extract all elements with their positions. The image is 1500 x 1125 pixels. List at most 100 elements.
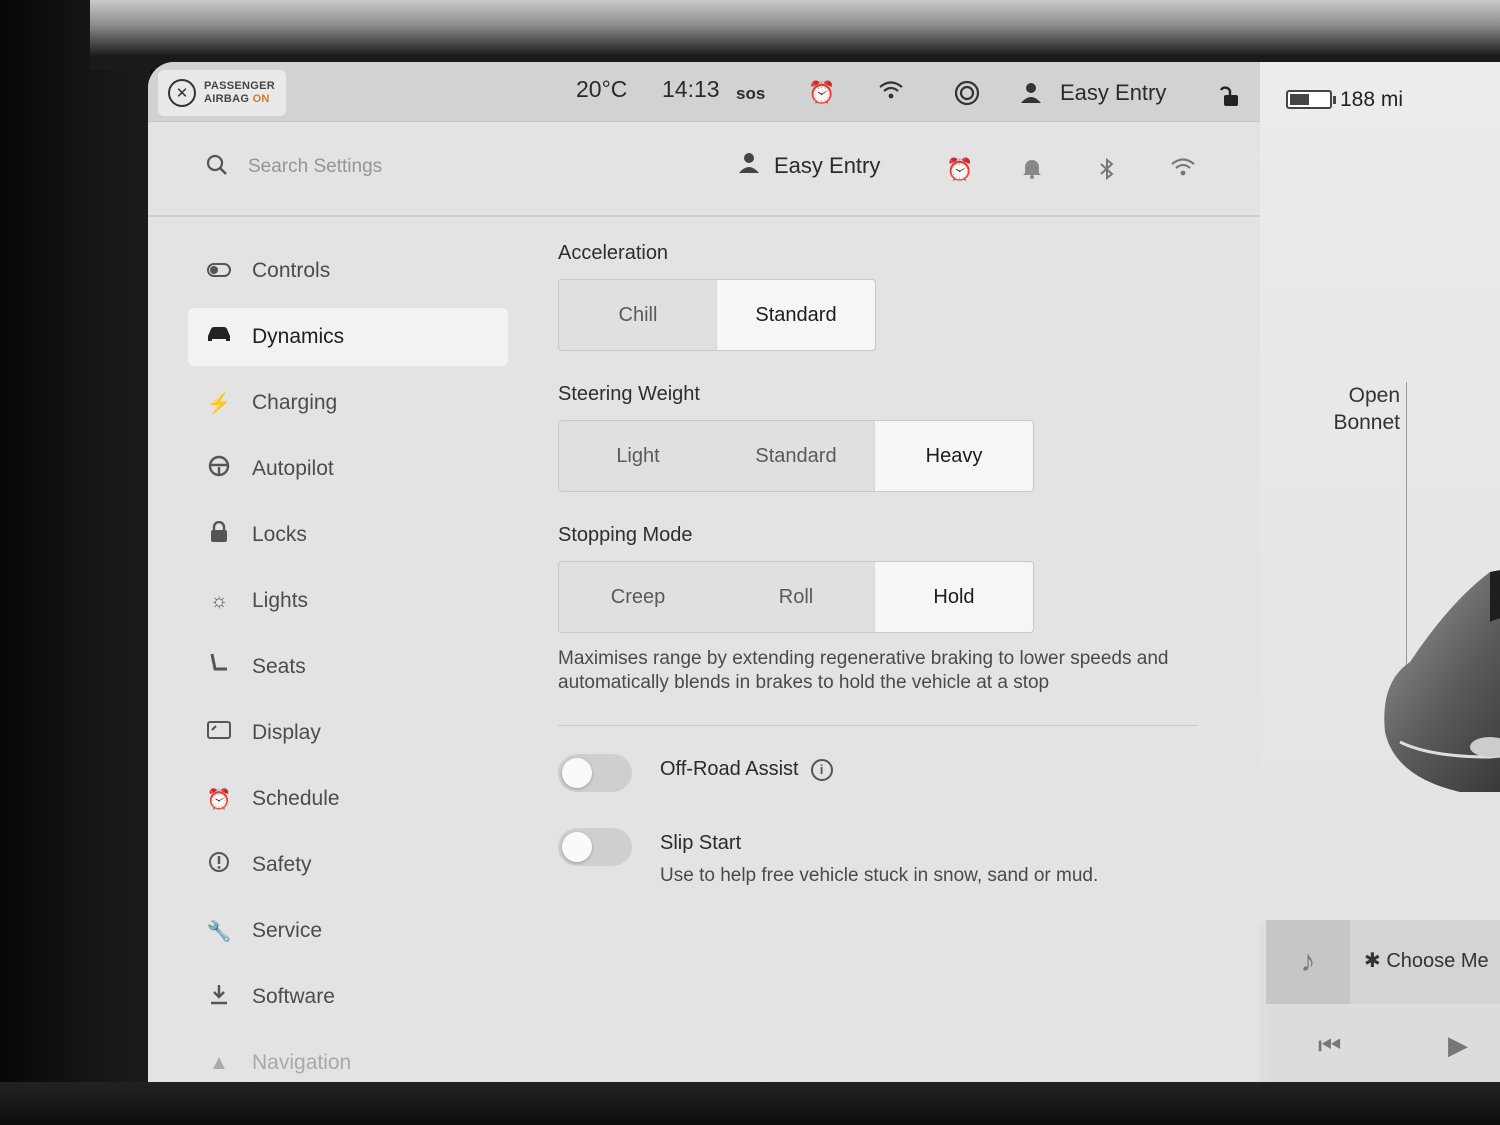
airbag-line1: PASSENGER: [204, 80, 275, 92]
sidebar-item-locks[interactable]: Locks: [188, 506, 508, 564]
steering-wheel-icon: [206, 455, 232, 483]
battery-icon: [1286, 90, 1336, 109]
sidebar-item-schedule[interactable]: ⏰ Schedule: [188, 770, 508, 828]
music-note-icon: ♪: [1266, 920, 1350, 1004]
stopping-mode-description: Maximises range by extending regenerativ…: [558, 648, 1169, 693]
sidebar-item-autopilot[interactable]: Autopilot: [188, 440, 508, 498]
steering-option-standard[interactable]: Standard: [717, 421, 875, 491]
wifi-icon[interactable]: [1170, 157, 1196, 183]
seat-icon: [206, 653, 232, 681]
alarm-icon[interactable]: ⏰: [808, 80, 835, 106]
temperature: 20°C: [576, 76, 628, 102]
range-readout: 188 mi: [1340, 88, 1404, 111]
sidebar-item-label: Safety: [252, 853, 312, 876]
screen-bezel-top: [90, 0, 1500, 70]
bolt-icon: ⚡: [206, 392, 232, 415]
sidebar-item-controls[interactable]: Controls: [188, 242, 508, 300]
alarm-icon[interactable]: ⏰: [946, 157, 973, 183]
acceleration-title: Acceleration: [558, 242, 669, 264]
off-road-assist-label: Off-Road Assist: [660, 758, 799, 780]
previous-track-icon[interactable]: ⏮: [1318, 1030, 1341, 1062]
sidebar-item-label: Navigation: [252, 1051, 352, 1074]
screen-bezel-left: [0, 0, 150, 1125]
sidebar-item-navigation[interactable]: ▲ Navigation: [188, 1034, 508, 1087]
lock-icon: [206, 520, 232, 549]
steering-weight-title: Steering Weight: [558, 383, 700, 405]
wrench-icon: 🔧: [206, 920, 232, 943]
homelink-icon[interactable]: [954, 80, 980, 112]
search-icon[interactable]: [206, 154, 228, 181]
sidebar-item-label: Dynamics: [252, 325, 345, 348]
touchscreen: ✕ PASSENGER AIRBAG ON 20°C 14:13 sos ⏰ E…: [148, 62, 1500, 1087]
sidebar-item-label: Locks: [252, 523, 307, 546]
sidebar-item-label: Autopilot: [252, 457, 334, 480]
sidebar-item-label: Display: [252, 721, 321, 744]
status-profile-name[interactable]: Easy Entry: [1060, 80, 1166, 106]
sidebar-item-label: Seats: [252, 655, 306, 678]
bluetooth-icon[interactable]: [1098, 157, 1116, 187]
sidebar-item-safety[interactable]: Safety: [188, 836, 508, 894]
profile-icon[interactable]: [1020, 82, 1042, 110]
header-profile-name: Easy Entry: [774, 153, 881, 178]
display-icon: [206, 721, 232, 745]
off-road-assist-toggle[interactable]: [558, 754, 632, 792]
slip-start-row: Slip Start Use to help free vehicle stuc…: [558, 828, 1208, 887]
screen-bezel-bottom: [0, 1082, 1500, 1125]
wifi-icon[interactable]: [878, 80, 904, 106]
slip-start-description: Use to help free vehicle stuck in snow, …: [660, 865, 1099, 886]
sidebar-item-display[interactable]: Display: [188, 704, 508, 762]
stopping-option-hold[interactable]: Hold: [875, 562, 1033, 632]
steering-option-light[interactable]: Light: [559, 421, 717, 491]
acceleration-option-standard[interactable]: Standard: [717, 280, 875, 350]
info-icon[interactable]: i: [810, 758, 833, 781]
sidebar-item-label: Schedule: [252, 787, 340, 810]
stopping-option-roll[interactable]: Roll: [717, 562, 875, 632]
sidebar-item-charging[interactable]: ⚡ Charging: [188, 374, 508, 432]
car-visualization-panel: Open Bonnet: [1260, 122, 1500, 922]
airbag-line2: AIRBAG: [204, 93, 250, 105]
clock: 14:13: [662, 76, 720, 102]
bell-icon[interactable]: [1022, 157, 1042, 185]
settings-panel: Easy Entry ⏰ Controls Dynamics: [148, 122, 1260, 1087]
bluetooth-icon: ✱: [1364, 950, 1381, 972]
car-icon: [206, 325, 232, 349]
car-model-image: [1384, 570, 1500, 792]
alarm-icon: ⏰: [206, 788, 232, 811]
sidebar-item-label: Software: [252, 985, 335, 1008]
driver-profile[interactable]: Easy Entry: [738, 152, 880, 180]
sun-icon: ☼: [209, 589, 229, 612]
navigation-icon: ▲: [209, 1051, 229, 1074]
stopping-mode-title: Stopping Mode: [558, 524, 693, 546]
sidebar-item-label: Charging: [252, 391, 338, 414]
sidebar-item-seats[interactable]: Seats: [188, 638, 508, 696]
choose-media-source: Choose Me: [1386, 950, 1489, 972]
off-road-assist-row: Off-Road Assist i: [558, 754, 1208, 792]
sidebar-item-software[interactable]: Software: [188, 968, 508, 1026]
sidebar-item-label: Controls: [252, 259, 331, 282]
stopping-option-creep[interactable]: Creep: [559, 562, 717, 632]
passenger-airbag-indicator: ✕ PASSENGER AIRBAG ON: [158, 70, 286, 116]
unlock-icon[interactable]: [1218, 84, 1242, 114]
airbag-state: ON: [252, 93, 270, 105]
sidebar-item-label: Service: [252, 919, 323, 942]
acceleration-option-chill[interactable]: Chill: [559, 280, 717, 350]
play-icon[interactable]: ▶: [1448, 1030, 1468, 1061]
steering-weight-selector: Light Standard Heavy: [558, 420, 1034, 492]
stopping-mode-selector: Creep Roll Hold: [558, 561, 1034, 633]
slip-start-toggle[interactable]: [558, 828, 632, 866]
steering-option-heavy[interactable]: Heavy: [875, 421, 1033, 491]
settings-header: Easy Entry ⏰: [148, 122, 1260, 217]
sidebar-item-dynamics[interactable]: Dynamics: [188, 308, 508, 366]
sidebar-item-lights[interactable]: ☼ Lights: [188, 572, 508, 630]
sidebar-item-label: Lights: [252, 589, 309, 612]
media-player: ♪ ✱ Choose Me ⏮ ▶: [1266, 920, 1500, 1087]
sos-icon[interactable]: sos: [736, 84, 765, 104]
search-input[interactable]: [248, 152, 548, 182]
sidebar-item-service[interactable]: 🔧 Service: [188, 902, 508, 960]
alert-circle-icon: [206, 851, 232, 879]
status-bar: ✕ PASSENGER AIRBAG ON 20°C 14:13 sos ⏰ E…: [148, 62, 1260, 122]
open-bonnet-button[interactable]: Open Bonnet: [1315, 382, 1400, 436]
settings-sidebar: Controls Dynamics ⚡ Charging Autopilot L…: [188, 242, 508, 1087]
divider: [558, 725, 1198, 726]
toggle-icon: [206, 260, 232, 283]
